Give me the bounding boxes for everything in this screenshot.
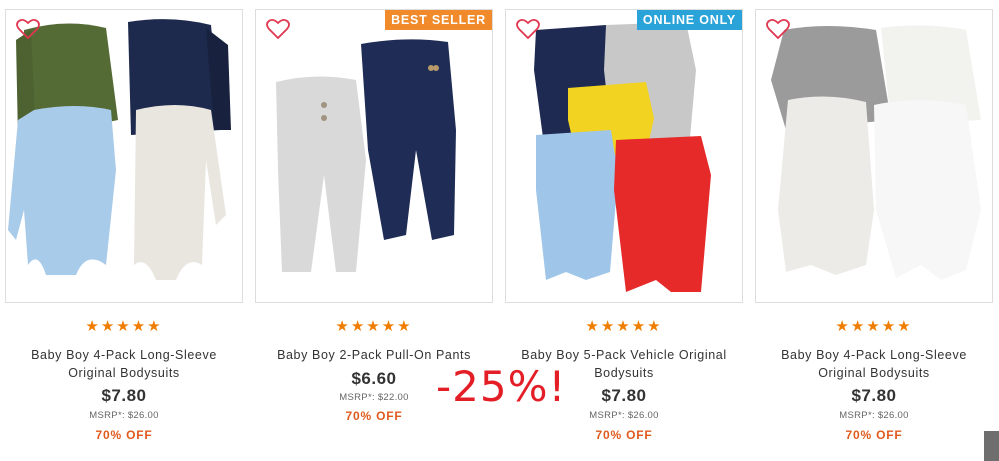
- rating-stars: ★★★★★: [85, 318, 163, 335]
- product-image[interactable]: ONLINE ONLY: [505, 9, 743, 303]
- best-seller-badge: BEST SELLER: [385, 10, 492, 30]
- rating-stars: ★★★★★: [835, 318, 913, 335]
- product-price: $7.80: [851, 386, 897, 405]
- product-image[interactable]: [5, 9, 243, 303]
- scrollbar-thumb[interactable]: [984, 431, 999, 461]
- favorite-heart-icon[interactable]: [266, 18, 290, 40]
- product-msrp: MSRP*: $26.00: [839, 410, 909, 421]
- product-msrp: MSRP*: $26.00: [589, 410, 659, 421]
- product-image[interactable]: [755, 9, 993, 303]
- favorite-heart-icon[interactable]: [16, 18, 40, 40]
- discount-label: 70% OFF: [595, 428, 653, 442]
- product-name[interactable]: Baby Boy 4-Pack Long-Sleeve Original Bod…: [9, 346, 239, 382]
- favorite-heart-icon[interactable]: [766, 18, 790, 40]
- rating-stars: ★★★★★: [585, 318, 663, 335]
- discount-label: 70% OFF: [845, 428, 903, 442]
- discount-label: 70% OFF: [95, 428, 153, 442]
- product-msrp: MSRP*: $26.00: [89, 410, 159, 421]
- product-card[interactable]: ★★★★★ Baby Boy 4-Pack Long-Sleeve Origin…: [5, 0, 243, 461]
- product-price: $7.80: [101, 386, 147, 405]
- product-name[interactable]: Baby Boy 4-Pack Long-Sleeve Original Bod…: [759, 346, 989, 382]
- favorite-heart-icon[interactable]: [516, 18, 540, 40]
- online-only-badge: ONLINE ONLY: [636, 10, 742, 30]
- product-image[interactable]: BEST SELLER: [255, 9, 493, 303]
- discount-overlay: -25%!: [436, 362, 567, 411]
- rating-stars: ★★★★★: [335, 318, 413, 335]
- product-card[interactable]: ★★★★★ Baby Boy 4-Pack Long-Sleeve Origin…: [755, 0, 993, 461]
- discount-label: 70% OFF: [345, 409, 403, 423]
